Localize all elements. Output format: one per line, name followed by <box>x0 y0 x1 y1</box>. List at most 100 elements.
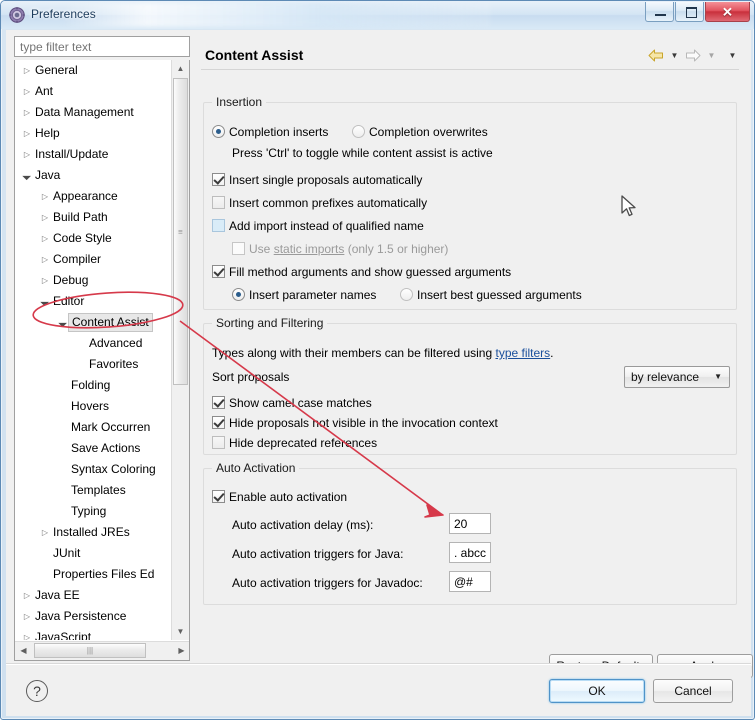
tree-collapse-arrow-icon[interactable]: ▷ <box>21 627 33 640</box>
tree-item-mark-occurren[interactable]: Mark Occurren <box>15 417 173 438</box>
forward-history-chevron-down-icon[interactable]: ▼ <box>705 46 718 64</box>
tree-collapse-arrow-icon[interactable]: ▷ <box>39 522 51 543</box>
back-arrow-icon[interactable] <box>646 46 666 64</box>
fill-method-arguments-checkbox[interactable]: Fill method arguments and show guessed a… <box>212 265 511 279</box>
tree-collapse-arrow-icon[interactable]: ▷ <box>21 81 33 102</box>
type-filters-link[interactable]: type filters <box>495 346 550 360</box>
forward-arrow-icon[interactable] <box>683 46 703 64</box>
tree-item-general[interactable]: ▷ General <box>15 60 173 81</box>
back-history-chevron-down-icon[interactable]: ▼ <box>668 46 681 64</box>
checkbox-indicator <box>212 173 225 186</box>
use-static-imports-checkbox[interactable]: Use static imports (only 1.5 or higher) <box>232 242 448 256</box>
insert-best-guessed-label: Insert best guessed arguments <box>417 288 582 302</box>
tree-item-compiler[interactable]: ▷ Compiler <box>15 249 173 270</box>
filter-input[interactable] <box>14 36 190 57</box>
tree-item-label: Java <box>35 168 61 182</box>
preference-tree[interactable]: ▷ General ▷ Ant ▷ Data Management ▷ Help ▷ Instal… <box>15 60 173 640</box>
tree-item-content-assist[interactable]: ◢ Content Assist <box>15 312 173 333</box>
tree-item-installed-jres[interactable]: ▷ Installed JREs <box>15 522 173 543</box>
tree-item-syntax-coloring[interactable]: Syntax Coloring <box>15 459 173 480</box>
tree-item-java-ee[interactable]: ▷ Java EE <box>15 585 173 606</box>
tree-item-label: JUnit <box>53 546 81 560</box>
tree-vscroll-thumb[interactable]: ≡ <box>173 78 188 385</box>
tree-item-install-update[interactable]: ▷ Install/Update <box>15 144 173 165</box>
tree-item-java[interactable]: ◢ Java <box>15 165 173 186</box>
insert-common-prefixes-checkbox[interactable]: Insert common prefixes automatically <box>212 196 427 210</box>
tree-item-label: Properties Files Ed <box>53 567 155 581</box>
ok-button[interactable]: OK <box>549 679 645 703</box>
insert-parameter-names-radio[interactable]: Insert parameter names <box>232 288 376 302</box>
fill-method-arguments-label: Fill method arguments and show guessed a… <box>229 265 512 279</box>
tree-vertical-scrollbar[interactable]: ▲ ≡ ▼ <box>171 60 189 640</box>
tree-collapse-arrow-icon[interactable]: ▷ <box>21 123 33 144</box>
tree-item-java-persistence[interactable]: ▷ Java Persistence <box>15 606 173 627</box>
tree-collapse-arrow-icon[interactable]: ▷ <box>39 228 51 249</box>
maximize-button[interactable] <box>675 2 704 22</box>
tree-item-help[interactable]: ▷ Help <box>15 123 173 144</box>
tree-item-build-path[interactable]: ▷ Build Path <box>15 207 173 228</box>
close-button[interactable]: ✕ <box>705 2 750 22</box>
checkbox-indicator <box>212 416 225 429</box>
tree-item-label: Ant <box>35 84 54 98</box>
java-triggers-label: Auto activation triggers for Java: <box>232 547 404 561</box>
scroll-left-arrow-icon[interactable]: ◀ <box>15 642 32 659</box>
completion-overwrites-radio[interactable]: Completion overwrites <box>352 125 488 139</box>
tree-item-data-management[interactable]: ▷ Data Management <box>15 102 173 123</box>
tree-item-ant[interactable]: ▷ Ant <box>15 81 173 102</box>
tree-collapse-arrow-icon[interactable]: ▷ <box>21 102 33 123</box>
minimize-button[interactable] <box>645 2 674 22</box>
tree-collapse-arrow-icon[interactable]: ▷ <box>21 585 33 606</box>
tree-item-advanced[interactable]: Advanced <box>15 333 173 354</box>
tree-item-code-style[interactable]: ▷ Code Style <box>15 228 173 249</box>
tree-item-javascript[interactable]: ▷ JavaScript <box>15 627 173 640</box>
tree-item-hovers[interactable]: Hovers <box>15 396 173 417</box>
tree-collapse-arrow-icon[interactable]: ▷ <box>21 60 33 81</box>
completion-inserts-radio[interactable]: Completion inserts <box>212 125 328 139</box>
help-icon[interactable]: ? <box>26 680 48 702</box>
dialog-content-area: ▷General▷Ant▷Data Management▷Help▷Instal… <box>6 30 753 678</box>
java-triggers-input[interactable] <box>449 542 491 563</box>
tree-hscroll-thumb[interactable]: ||| <box>34 643 146 658</box>
tree-collapse-arrow-icon[interactable]: ▷ <box>39 249 51 270</box>
cancel-button[interactable]: Cancel <box>653 679 733 703</box>
tree-item-junit[interactable]: JUnit <box>15 543 173 564</box>
sort-proposals-combo[interactable]: by relevance ▼ <box>624 366 730 388</box>
tree-collapse-arrow-icon[interactable]: ▷ <box>39 207 51 228</box>
scroll-right-arrow-icon[interactable]: ▶ <box>173 642 189 659</box>
tree-item-label: Advanced <box>89 336 143 350</box>
enable-auto-activation-checkbox[interactable]: Enable auto activation <box>212 490 347 504</box>
add-import-checkbox[interactable]: Add import instead of qualified name <box>212 219 424 233</box>
tree-item-templates[interactable]: Templates <box>15 480 173 501</box>
tree-collapse-arrow-icon[interactable]: ▷ <box>21 606 33 627</box>
view-menu-chevron-down-icon[interactable]: ▼ <box>726 46 739 64</box>
scroll-up-arrow-icon[interactable]: ▲ <box>172 60 189 77</box>
scroll-grip-icon: ≡ <box>178 227 183 236</box>
javadoc-triggers-input[interactable] <box>449 571 491 592</box>
tree-horizontal-scrollbar[interactable]: ◀ ||| ▶ <box>15 641 189 660</box>
tree-item-appearance[interactable]: ▷ Appearance <box>15 186 173 207</box>
tree-item-label: Help <box>35 126 60 140</box>
tree-item-properties-files-ed[interactable]: Properties Files Ed <box>15 564 173 585</box>
show-camel-case-checkbox[interactable]: Show camel case matches <box>212 396 372 410</box>
hide-not-visible-checkbox[interactable]: Hide proposals not visible in the invoca… <box>212 416 498 430</box>
type-filters-description-suffix: . <box>550 346 554 360</box>
tree-item-folding[interactable]: Folding <box>15 375 173 396</box>
tree-collapse-arrow-icon[interactable]: ▷ <box>39 186 51 207</box>
insert-best-guessed-radio[interactable]: Insert best guessed arguments <box>400 288 582 302</box>
insert-single-proposals-checkbox[interactable]: Insert single proposals automatically <box>212 173 422 187</box>
tree-collapse-arrow-icon[interactable]: ▷ <box>21 144 33 165</box>
scroll-down-arrow-icon[interactable]: ▼ <box>172 623 189 640</box>
tree-item-favorites[interactable]: Favorites <box>15 354 173 375</box>
tree-item-save-actions[interactable]: Save Actions <box>15 438 173 459</box>
tree-item-editor[interactable]: ◢ Editor <box>15 291 173 312</box>
auto-activation-delay-input[interactable] <box>449 513 491 534</box>
insert-parameter-names-label: Insert parameter names <box>249 288 377 302</box>
hide-deprecated-checkbox[interactable]: Hide deprecated references <box>212 436 377 450</box>
tree-collapse-arrow-icon[interactable]: ▷ <box>39 270 51 291</box>
use-static-imports-suffix: (only 1.5 or higher) <box>344 242 449 256</box>
tree-item-typing[interactable]: Typing <box>15 501 173 522</box>
tree-item-debug[interactable]: ▷ Debug <box>15 270 173 291</box>
static-imports-link[interactable]: static imports <box>274 242 345 256</box>
page-title: Content Assist <box>205 47 304 63</box>
maximize-icon <box>686 7 697 18</box>
